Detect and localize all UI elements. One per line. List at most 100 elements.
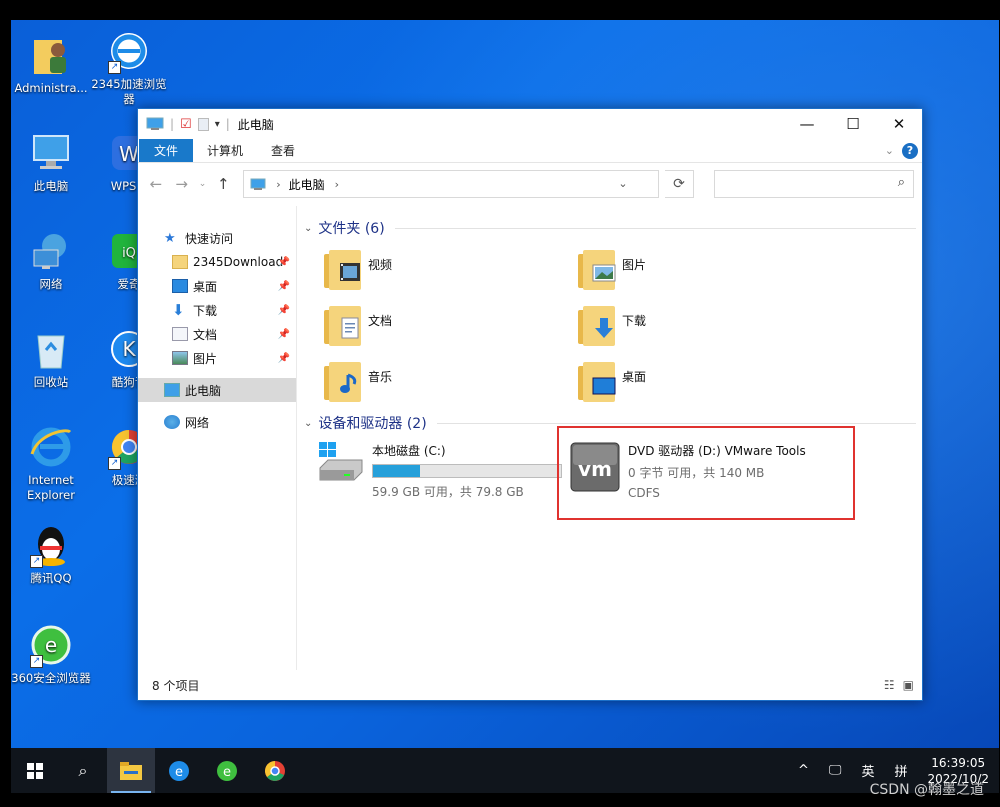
drive-c[interactable]: 本地磁盘 (C:) 59.9 GB 可用，共 79.8 GB	[318, 442, 562, 500]
tab-view[interactable]: 查看	[257, 139, 309, 162]
tab-computer[interactable]: 计算机	[193, 139, 257, 162]
sidebar-item-label: 下载	[193, 303, 218, 318]
folder-label: 下载	[622, 314, 647, 328]
expand-ribbon-chevron-icon[interactable]: ⌄	[885, 144, 894, 157]
svg-text:e: e	[223, 765, 231, 780]
navigation-bar: ← → ⌄ ↑ › 此电脑 › ⌄ ⟳ ⌕	[138, 163, 922, 205]
large-icons-view-icon[interactable]: ▣	[903, 678, 914, 692]
taskbar-file-explorer[interactable]	[107, 748, 155, 793]
svg-text:e: e	[175, 765, 183, 780]
sidebar-item-desktop[interactable]: 桌面 📌	[138, 274, 296, 298]
folder-music[interactable]: 音乐	[324, 362, 392, 402]
desktop-icon-this-pc[interactable]: 此电脑	[11, 130, 91, 194]
video-folder-icon	[324, 250, 362, 290]
drive-name: 本地磁盘 (C:)	[372, 444, 446, 458]
sidebar-item-2345download[interactable]: 2345Download 📌	[138, 250, 296, 274]
desktop-icon-2345-browser[interactable]: ↗ 2345加速浏览器	[89, 28, 169, 107]
screen: Administra... 此电脑 网络 回收站 Internet Explor…	[0, 0, 1000, 807]
minimize-button[interactable]: —	[784, 109, 830, 139]
drive-usage-bar	[372, 464, 562, 478]
breadcrumb-this-pc[interactable]: 此电脑	[289, 176, 325, 193]
sidebar-item-label: 2345Download	[193, 255, 284, 269]
svg-text:e: e	[45, 633, 57, 657]
collapse-chevron-icon[interactable]: ⌄	[304, 418, 312, 429]
computer-icon	[28, 130, 74, 176]
help-icon[interactable]: ?	[902, 142, 918, 159]
qq-penguin-icon: ↗	[28, 522, 74, 568]
sidebar-item-label: 网络	[185, 415, 210, 430]
desktop-icon-label: 回收站	[33, 375, 69, 389]
sidebar-item-label: 此电脑	[185, 383, 222, 398]
drive-meta: 本地磁盘 (C:) 59.9 GB 可用，共 79.8 GB	[372, 442, 562, 500]
collapse-chevron-icon[interactable]: ⌄	[304, 223, 312, 234]
breadcrumb-chevron-icon[interactable]: ›	[276, 178, 280, 191]
breadcrumb-chevron-icon[interactable]: ›	[335, 178, 339, 191]
ime-mode-indicator[interactable]: 拼	[884, 761, 917, 780]
folder-videos[interactable]: 视频	[324, 250, 392, 290]
details-view-icon[interactable]: ☷	[884, 678, 895, 692]
pin-icon[interactable]: 📌	[278, 305, 290, 316]
search-button[interactable]: ⌕	[59, 748, 107, 793]
pin-icon[interactable]: 📌	[278, 329, 290, 340]
desktop-icon-recycle-bin[interactable]: 回收站	[11, 326, 91, 390]
network-icon	[28, 228, 74, 274]
folder-label: 桌面	[622, 370, 647, 384]
up-arrow-icon[interactable]: ↑	[213, 175, 233, 193]
clock-time: 16:39:05	[931, 755, 986, 770]
ime-indicator[interactable]: 英	[851, 761, 884, 780]
recent-locations-chevron-icon[interactable]: ⌄	[198, 179, 208, 189]
desktop-icon-360[interactable]: e ↗ 360安全浏览器	[11, 622, 91, 686]
windows-logo-icon	[27, 762, 43, 779]
view-toggles: ☷ ▣	[884, 678, 914, 692]
sidebar-item-documents[interactable]: 文档 📌	[138, 322, 296, 346]
new-folder-icon[interactable]	[197, 117, 209, 131]
back-arrow-icon[interactable]: ←	[146, 175, 166, 193]
desktop-icon-qq[interactable]: ↗ 腾讯QQ	[11, 522, 91, 586]
tab-file[interactable]: 文件	[139, 139, 194, 162]
search-input[interactable]: ⌕	[714, 170, 915, 198]
pin-icon[interactable]: 📌	[278, 353, 290, 364]
folder-desktop[interactable]: 桌面	[578, 362, 646, 402]
show-hidden-icons-chevron-icon[interactable]: ^	[788, 763, 819, 778]
sidebar-item-quick-access[interactable]: ★ 快速访问	[138, 226, 296, 250]
sidebar-item-network[interactable]: 网络	[138, 410, 296, 434]
document-folder-icon	[324, 306, 362, 346]
taskbar-360-browser[interactable]: e	[203, 748, 251, 793]
customize-toolbar-chevron-icon[interactable]: ▾	[215, 119, 220, 130]
folder-label: 图片	[622, 258, 647, 272]
explorer-window[interactable]: | ☑ ▾ | 此电脑 — ☐ ✕ 文件 计算机 查看 ⌄ ? ← → ⌄ ↑ …	[137, 108, 923, 701]
refresh-button[interactable]: ⟳	[664, 170, 695, 198]
pin-icon[interactable]: 📌	[278, 257, 290, 268]
status-bar: 8 个项目 ☷ ▣	[138, 670, 922, 700]
search-icon: ⌕	[78, 760, 88, 780]
maximize-button[interactable]: ☐	[830, 109, 876, 139]
desktop-icon-administrator[interactable]: Administra...	[11, 32, 91, 96]
quick-access-toolbar: | ☑ ▾ |	[170, 117, 230, 132]
folder-pictures[interactable]: 图片	[578, 250, 646, 290]
music-folder-icon	[324, 362, 362, 402]
sidebar-item-downloads[interactable]: ⬇ 下载 📌	[138, 298, 296, 322]
start-button[interactable]	[11, 748, 59, 793]
chrome-icon	[265, 760, 285, 781]
desktop-icon-ie[interactable]: Internet Explorer	[11, 424, 91, 503]
picture-icon	[172, 351, 188, 365]
forward-arrow-icon[interactable]: →	[172, 175, 192, 193]
properties-icon[interactable]: ☑	[180, 117, 192, 132]
folder-icon	[172, 255, 188, 269]
taskbar-2345-browser[interactable]: e	[155, 748, 203, 793]
sidebar-item-this-pc[interactable]: 此电脑	[138, 378, 296, 402]
taskbar-chrome[interactable]	[251, 748, 299, 793]
network-tray-icon[interactable]: 🖵	[819, 763, 852, 778]
pin-icon[interactable]: 📌	[278, 281, 290, 292]
user-folder-icon	[28, 32, 74, 78]
title-bar[interactable]: | ☑ ▾ | 此电脑 — ☐ ✕	[138, 109, 922, 139]
annotation-highlight-box	[557, 426, 855, 520]
address-bar[interactable]: › 此电脑 › ⌄	[243, 170, 659, 198]
close-button[interactable]: ✕	[876, 109, 922, 139]
folder-downloads[interactable]: 下载	[578, 306, 646, 346]
sidebar-item-pictures[interactable]: 图片 📌	[138, 346, 296, 370]
folder-documents[interactable]: 文档	[324, 306, 392, 346]
address-dropdown-chevron-icon[interactable]: ⌄	[618, 177, 627, 190]
group-header-folders[interactable]: ⌄ 文件夹 (6)	[304, 218, 916, 238]
desktop-icon-network[interactable]: 网络	[11, 228, 91, 292]
